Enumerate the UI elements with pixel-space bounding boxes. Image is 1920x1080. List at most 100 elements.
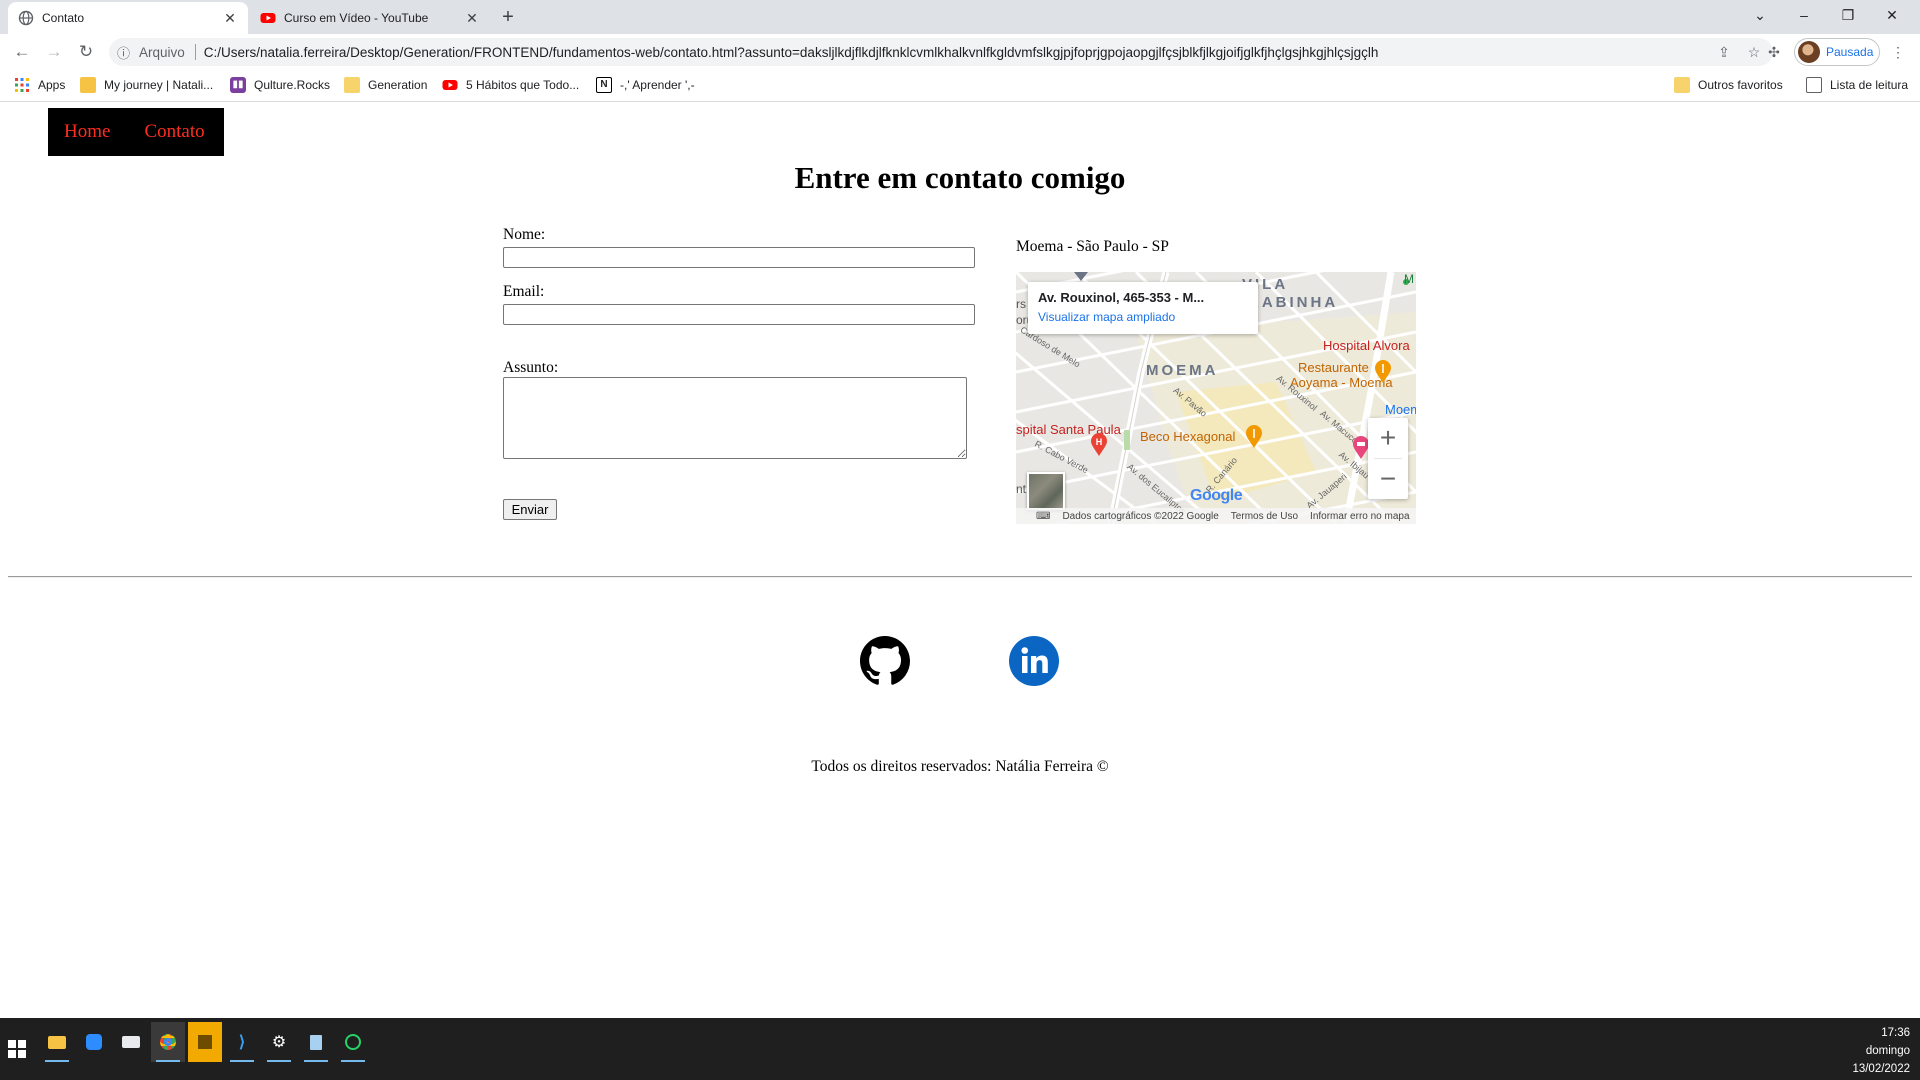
hospital-pin-icon[interactable]: H — [1090, 433, 1108, 457]
email-label: Email: — [503, 283, 545, 300]
linkedin-icon[interactable] — [1009, 636, 1059, 686]
address-scheme-label: Arquivo — [139, 44, 185, 60]
settings-icon[interactable]: ⚙ — [262, 1022, 296, 1062]
tab-youtube[interactable]: Curso em Vídeo - YouTube ✕ — [250, 2, 490, 34]
close-tab-icon[interactable]: ✕ — [464, 10, 480, 27]
email-field[interactable] — [503, 304, 975, 325]
restaurant-pin-icon[interactable] — [1245, 425, 1263, 449]
page-title: Entre em contato comigo — [794, 160, 1126, 195]
menu-icon[interactable]: ⋮ — [1888, 42, 1908, 62]
submit-button[interactable]: Enviar — [503, 499, 557, 520]
github-icon[interactable] — [860, 636, 910, 686]
map-zoom-control: + − — [1368, 418, 1408, 499]
tab-contato[interactable]: Contato ✕ — [8, 2, 248, 34]
whatsapp-icon[interactable] — [336, 1022, 370, 1062]
map-footer: ⌨ Dados cartográficos ©2022 Google Termo… — [1016, 508, 1416, 524]
close-window-button[interactable]: ✕ — [1870, 0, 1914, 30]
map-label-arabinha: RABINHA — [1248, 294, 1339, 311]
restore-button[interactable]: ❐ — [1826, 0, 1870, 30]
site-nav: Home Contato — [48, 108, 224, 156]
apps-grid-icon — [15, 78, 29, 92]
bookmark-5-habitos[interactable]: 5 Hábitos que Todo... — [442, 77, 579, 93]
minimize-button[interactable]: – — [1782, 0, 1826, 30]
name-field[interactable] — [503, 247, 975, 268]
map-report-error-link[interactable]: Informar erro no mapa — [1310, 511, 1410, 522]
bookmark-my-journey[interactable]: My journey | Natali... — [80, 77, 213, 93]
notepad-icon[interactable] — [299, 1022, 333, 1062]
bookmark-label: Outros favoritos — [1698, 78, 1783, 92]
view-larger-map-link[interactable]: Visualizar mapa ampliado — [1038, 310, 1248, 324]
bookmark-apps[interactable]: Apps — [14, 77, 65, 93]
bookmark-label: Generation — [368, 78, 428, 92]
bookmark-outros-favoritos[interactable]: Outros favoritos — [1674, 77, 1783, 93]
forward-button[interactable]: → — [42, 40, 66, 64]
bookmark-aprender[interactable]: N -,' Aprender ',- — [596, 77, 695, 93]
name-label: Nome: — [503, 226, 546, 243]
bookmark-star-icon[interactable]: ☆ — [1743, 44, 1765, 61]
map-label-restaurante: Restaurante — [1298, 360, 1369, 375]
address-url[interactable]: C:/Users/natalia.ferreira/Desktop/Genera… — [204, 45, 1713, 60]
chrome-icon[interactable] — [151, 1022, 185, 1062]
bookmark-qulture-rocks[interactable]: ▮▮ Qulture.Rocks — [230, 77, 330, 93]
footer-copyright: Todos os direitos reservados: Natália Fe… — [811, 758, 1109, 775]
zoom-out-button[interactable]: − — [1368, 459, 1408, 499]
clock-time: 17:36 — [1881, 1027, 1910, 1039]
bookmark-lista-de-leitura[interactable]: Lista de leitura — [1806, 77, 1908, 93]
globe-icon — [18, 10, 34, 26]
address-bar[interactable]: ⓘ Arquivo C:/Users/natalia.ferreira/Desk… — [109, 38, 1773, 66]
notion-icon: N — [596, 77, 612, 93]
profile-button[interactable]: Pausada — [1794, 38, 1880, 66]
reload-button[interactable]: ↻ — [74, 40, 98, 64]
map-card-address: Av. Rouxinol, 465-353 - M... — [1038, 290, 1205, 305]
subject-textarea[interactable] — [503, 377, 967, 459]
map-info-card: Av. Rouxinol, 465-353 - M... Visualizar … — [1028, 282, 1258, 334]
bookmarks-bar: Apps My journey | Natali... ▮▮ Qulture.R… — [0, 70, 1920, 102]
bookmark-label: My journey | Natali... — [104, 78, 214, 92]
map-edge-label: M — [1404, 272, 1414, 286]
back-button[interactable]: ← — [10, 40, 34, 64]
reading-list-icon — [1806, 77, 1822, 93]
page-divider — [8, 576, 1912, 578]
extensions-icon[interactable]: ✣ — [1764, 42, 1784, 62]
map-label-hospital-alvorada: Hospital Alvora — [1323, 338, 1410, 353]
restaurant-pin-icon[interactable] — [1374, 360, 1392, 384]
browser-tab-bar: Contato ✕ Curso em Vídeo - YouTube ✕ + ⌄… — [0, 0, 1920, 34]
embedded-map[interactable]: VILA RABINHA MOEMA Hospital Alvora Resta… — [1016, 272, 1416, 524]
keyboard-icon[interactable]: ⌨ — [1036, 511, 1050, 522]
sticky-notes-icon[interactable] — [188, 1022, 222, 1062]
bookmark-label: Lista de leitura — [1830, 78, 1909, 92]
youtube-icon — [442, 80, 458, 90]
nav-link-home[interactable]: Home — [64, 121, 110, 143]
tab-search-icon[interactable]: ⌄ — [1738, 0, 1782, 30]
subject-label: Assunto: — [503, 359, 559, 376]
svg-text:H: H — [1096, 437, 1103, 447]
map-data-attribution: Dados cartográficos ©2022 Google — [1062, 510, 1219, 522]
map-caption: Moema - São Paulo - SP — [1016, 238, 1169, 255]
nav-link-contato[interactable]: Contato — [144, 121, 204, 143]
vscode-icon[interactable]: ⟩ — [225, 1022, 259, 1062]
location-marker-icon — [1074, 272, 1088, 281]
web-page: Home Contato Entre em contato comigo Nom… — [0, 102, 1920, 1018]
info-icon[interactable]: ⓘ — [117, 43, 139, 62]
file-explorer-icon[interactable] — [40, 1022, 74, 1062]
avatar — [1798, 41, 1820, 63]
map-terms-link[interactable]: Termos de Uso — [1231, 511, 1298, 522]
map-edge-label: nt — [1016, 482, 1027, 496]
zoom-in-button[interactable]: + — [1368, 418, 1408, 458]
map-label-beco-hexagonal: Beco Hexagonal — [1140, 429, 1236, 444]
folder-icon — [1674, 77, 1690, 93]
satellite-toggle-button[interactable] — [1027, 472, 1065, 510]
windows-start-icon[interactable] — [8, 1040, 26, 1058]
youtube-icon — [260, 13, 276, 23]
close-tab-icon[interactable]: ✕ — [222, 10, 238, 27]
folder-icon — [344, 77, 360, 93]
new-tab-button[interactable]: + — [494, 6, 522, 30]
browser-toolbar: ← → ↻ ⓘ Arquivo C:/Users/natalia.ferreir… — [0, 34, 1920, 70]
mail-icon[interactable] — [114, 1022, 148, 1062]
system-clock[interactable]: 17:36 domingo 13/02/2022 — [1820, 1024, 1910, 1078]
map-label-moema-station: Moema — [1385, 402, 1416, 417]
zoom-icon[interactable] — [77, 1022, 111, 1062]
tab-title: Curso em Vídeo - YouTube — [284, 11, 429, 25]
share-icon[interactable]: ⇪ — [1713, 44, 1735, 61]
bookmark-generation[interactable]: Generation — [344, 77, 427, 93]
